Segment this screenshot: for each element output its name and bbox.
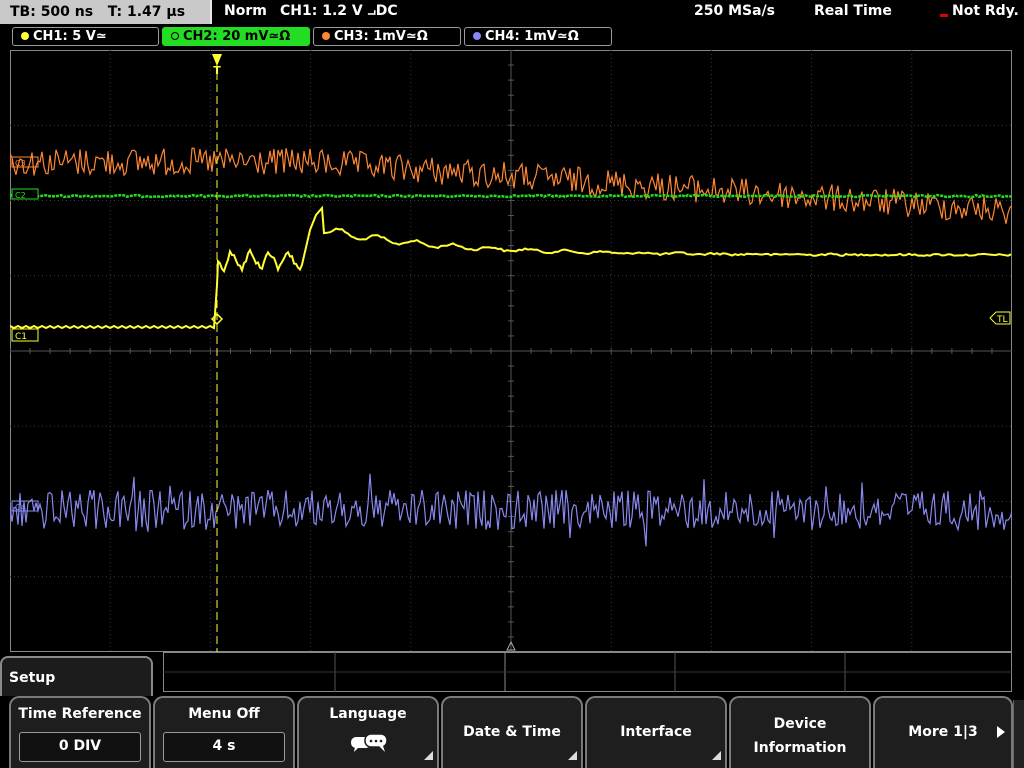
waveform-display[interactable]: T C1 C2 C3 C4 TL [10, 50, 1012, 652]
trigger-marker-label: T [213, 64, 221, 77]
ch2-dot-icon [171, 32, 179, 40]
language-softkey[interactable]: Language [297, 696, 439, 768]
ch4-offset-label: C4 [15, 503, 26, 512]
submenu-corner-icon [424, 751, 433, 760]
ch3-offset-label: C3 [15, 159, 26, 168]
menu-title: Setup [9, 670, 56, 686]
graticule [10, 50, 1012, 652]
status-bar: TB: 500 ns T: 1.47 µs Norm CH1: 1.2 V ⨼D… [0, 0, 1024, 25]
time-reference-value[interactable]: 0 DIV [19, 732, 141, 762]
submenu-corner-icon [568, 751, 577, 760]
ch1-offset-label: C1 [15, 332, 27, 342]
menu-off-softkey[interactable]: Menu Off 4 s [153, 696, 295, 768]
speech-bubbles-icon [351, 733, 388, 752]
interface-softkey[interactable]: Interface [585, 696, 727, 768]
menu-title-tab: Setup [0, 656, 153, 696]
menu-off-value[interactable]: 4 s [163, 732, 285, 762]
device-information-label: Device [773, 716, 827, 732]
ch1-dot-icon [21, 32, 29, 40]
channel-label-ch4: CH4: 1mV≃Ω [485, 29, 579, 44]
channel-label-ch2: CH2: 20 mV≃Ω [183, 29, 291, 44]
channel-label-ch1: CH1: 5 V≃ [33, 29, 107, 44]
acquisition-state: Not Rdy. [952, 3, 1019, 19]
ch2-offset-label: C2 [15, 191, 26, 200]
channel-tab-ch3[interactable]: CH3: 1mV≃Ω [313, 27, 461, 46]
trigger-position-marker[interactable]: T [212, 54, 222, 77]
trigger-mode[interactable]: Norm [224, 3, 267, 19]
channel-tab-ch4[interactable]: CH4: 1mV≃Ω [464, 27, 612, 46]
channel-label-ch3: CH3: 1mV≃Ω [334, 29, 428, 44]
trigger-level-label: TL [996, 315, 1008, 325]
language-label: Language [329, 706, 407, 722]
ch1-offset-marker[interactable]: C1 [11, 328, 39, 342]
submenu-corner-icon [712, 751, 721, 760]
ch3-dot-icon [322, 32, 330, 40]
trigger-setting[interactable]: CH1: 1.2 V ⨼DC [280, 3, 398, 19]
device-information-label2: Information [753, 740, 847, 756]
ch4-dot-icon [473, 32, 481, 40]
acquisition-mode: Real Time [814, 3, 892, 19]
time-reference-label: Time Reference [18, 706, 142, 722]
timebase-box[interactable]: TB: 500 ns T: 1.47 µs [0, 0, 212, 24]
side-panel-handle[interactable] [1013, 700, 1024, 768]
channel-tab-ch1[interactable]: CH1: 5 V≃ [12, 27, 159, 46]
timebase-readout: TB: 500 ns [10, 4, 94, 20]
softkey-info-panel [163, 652, 1012, 692]
sample-rate: 250 MSa/s [694, 3, 776, 19]
time-reference-softkey[interactable]: Time Reference 0 DIV [9, 696, 151, 768]
more-softkey[interactable]: More 1|3 [873, 696, 1013, 768]
arrow-right-icon [997, 726, 1005, 738]
channel-tab-ch2[interactable]: CH2: 20 mV≃Ω [162, 27, 310, 46]
interface-label: Interface [620, 724, 692, 740]
date-time-label: Date & Time [463, 724, 561, 740]
more-label: More 1|3 [908, 724, 978, 740]
date-time-softkey[interactable]: Date & Time [441, 696, 583, 768]
not-ready-indicator [940, 14, 948, 17]
menu-off-label: Menu Off [188, 706, 260, 722]
ch2-offset-marker[interactable]: C2 [11, 188, 39, 200]
device-information-softkey[interactable]: Device Information [729, 696, 871, 768]
trigger-time-readout: T: 1.47 µs [107, 4, 186, 20]
